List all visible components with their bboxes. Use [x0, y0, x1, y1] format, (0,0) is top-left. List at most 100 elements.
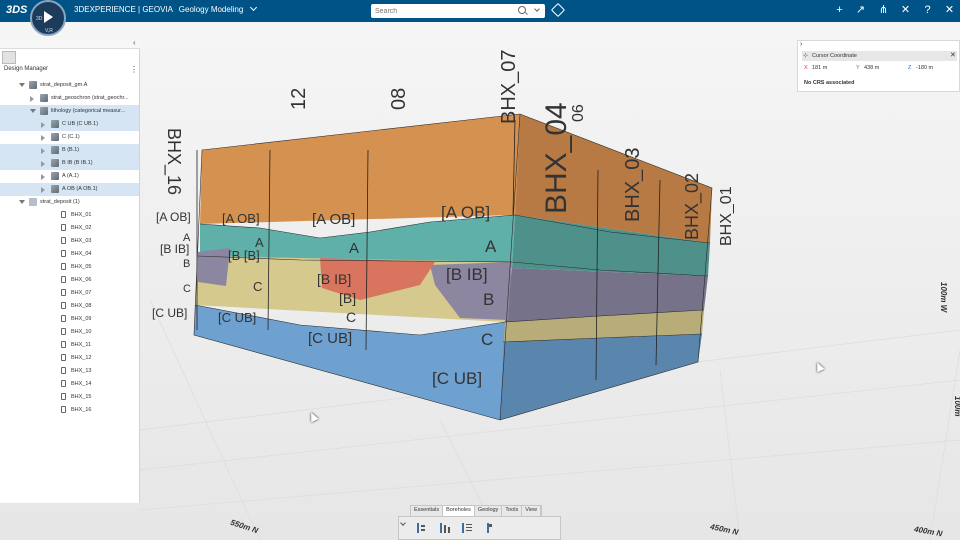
tree-item[interactable]: strat_deposit (1): [0, 196, 139, 209]
expand-icon[interactable]: ›: [800, 41, 802, 48]
tree-tab-icon[interactable]: [2, 51, 16, 64]
tree-item[interactable]: C UB (C UB.1): [0, 118, 139, 131]
expand-closed-icon[interactable]: [30, 96, 34, 102]
borehole-icon: [61, 289, 66, 296]
expand-closed-icon[interactable]: [41, 174, 45, 180]
add-icon[interactable]: +: [833, 4, 846, 17]
tree-item[interactable]: lithology (categorical measur...: [0, 105, 139, 118]
borehole-group-icon[interactable]: [439, 522, 451, 534]
borehole-table-icon[interactable]: [461, 522, 473, 534]
tree-item[interactable]: BHX_12: [0, 352, 139, 365]
borehole-tool-icon[interactable]: [415, 522, 427, 534]
layer-icon: [51, 133, 59, 141]
tree-item-label: C UB (C UB.1): [62, 121, 99, 127]
unit-label: C: [183, 283, 191, 295]
borehole-single-icon[interactable]: [483, 522, 495, 534]
expand-open-icon[interactable]: [30, 109, 36, 113]
borehole-icon: [61, 224, 66, 231]
tree-item[interactable]: BHX_02: [0, 222, 139, 235]
borehole-icon: [61, 354, 66, 361]
tree-item[interactable]: BHX_15: [0, 391, 139, 404]
tree-item[interactable]: BHX_10: [0, 326, 139, 339]
unit-label: [B]: [339, 290, 357, 306]
expand-closed-icon[interactable]: [41, 148, 45, 154]
tree-item[interactable]: BHX_09: [0, 313, 139, 326]
app-title[interactable]: 3DEXPERIENCE | GEOVIA Geology Modeling: [74, 3, 257, 14]
unit-label: [C UB]: [432, 369, 483, 388]
layer-icon: [51, 146, 59, 154]
tree-item[interactable]: C (C.1): [0, 131, 139, 144]
chevron-down-icon[interactable]: [400, 520, 406, 526]
more-options-icon[interactable]: ⋮: [130, 65, 138, 74]
tree-item[interactable]: BHX_13: [0, 365, 139, 378]
tree-item[interactable]: BHX_11: [0, 339, 139, 352]
tree-item[interactable]: A OB (A OB.1): [0, 183, 139, 196]
close-icon[interactable]: ✕: [950, 51, 956, 59]
borehole-label: BHX_03: [622, 147, 644, 223]
expand-closed-icon[interactable]: [41, 122, 45, 128]
tab-tools[interactable]: Tools: [502, 506, 523, 516]
tree-item[interactable]: BHX_16: [0, 404, 139, 417]
expand-closed-icon[interactable]: [41, 187, 45, 193]
borehole-label: BHX_04: [540, 102, 573, 214]
tree-item-label: C (C.1): [62, 134, 80, 140]
tree-item[interactable]: BHX_07: [0, 287, 139, 300]
borehole-icon: [61, 380, 66, 387]
play-icon[interactable]: [44, 11, 53, 23]
layer-icon: [40, 94, 48, 102]
tree-item[interactable]: BHX_08: [0, 300, 139, 313]
tree-item-label: BHX_03: [71, 238, 92, 244]
tree-item[interactable]: BHX_03: [0, 235, 139, 248]
search-box[interactable]: [371, 4, 545, 18]
tree-item[interactable]: A (A.1): [0, 170, 139, 183]
tree-item-label: strat_geoschron (strat_geochr...: [51, 95, 129, 101]
search-input[interactable]: [375, 5, 511, 17]
expand-closed-icon[interactable]: [41, 161, 45, 167]
tree-item[interactable]: BHX_14: [0, 378, 139, 391]
tag-icon[interactable]: [550, 2, 566, 18]
compass-widget[interactable]: 3D V,R: [30, 0, 66, 36]
close-icon[interactable]: ✕: [943, 4, 956, 17]
tree-item[interactable]: B IB (B IB.1): [0, 157, 139, 170]
share-arrow-icon[interactable]: ↗: [854, 4, 867, 17]
tab-geology[interactable]: Geology: [475, 506, 503, 516]
crs-status: No CRS associated: [804, 80, 855, 86]
tree-item[interactable]: BHX_06: [0, 274, 139, 287]
tree-item-label: BHX_10: [71, 329, 92, 335]
y-label: Y: [856, 65, 860, 71]
3ds-logo[interactable]: 3DS: [6, 4, 27, 16]
layer-icon: [40, 107, 48, 115]
borehole-icon: [61, 315, 66, 322]
help-icon[interactable]: ?: [921, 4, 934, 17]
tab-view[interactable]: View: [522, 506, 542, 516]
design-manager-panel: Design Manager ⋮ strat_deposit_gm.A strat…: [0, 48, 140, 503]
tree-item-label: B (B.1): [62, 147, 80, 153]
expand-closed-icon[interactable]: [41, 135, 45, 141]
action-bar: Essentials Boreholes Geology Tools View: [398, 505, 561, 540]
unit-label: B: [483, 290, 495, 309]
share-icon[interactable]: ⋔: [877, 4, 890, 17]
chevron-down-icon[interactable]: [534, 6, 540, 12]
tree-item[interactable]: BHX_04: [0, 248, 139, 261]
expand-open-icon[interactable]: [19, 200, 25, 204]
search-icon[interactable]: [518, 6, 526, 14]
borehole-label: 08: [388, 87, 410, 110]
tree-item[interactable]: BHX_05: [0, 261, 139, 274]
action-bar-body: [398, 516, 561, 540]
tab-boreholes[interactable]: Boreholes: [443, 506, 475, 516]
tree-item-label: BHX_12: [71, 355, 92, 361]
expand-open-icon[interactable]: [19, 83, 25, 87]
unit-label: [A OB]: [441, 203, 491, 222]
borehole-icon: [61, 263, 66, 270]
unit-label: [B [B]: [228, 248, 260, 263]
tree-item-label: BHX_16: [71, 407, 92, 413]
collapse-panel-icon[interactable]: ‹: [133, 38, 136, 47]
tab-essentials[interactable]: Essentials: [411, 506, 444, 516]
tree-item[interactable]: strat_geoschron (strat_geochr...: [0, 92, 139, 105]
tree-item[interactable]: BHX_01: [0, 209, 139, 222]
tree-item[interactable]: B (B.1): [0, 144, 139, 157]
tree-item-label: BHX_09: [71, 316, 92, 322]
tree-item[interactable]: strat_deposit_gm.A: [0, 79, 139, 92]
tools-icon[interactable]: ✕: [899, 4, 912, 17]
unit-label: [B IB]: [317, 271, 352, 287]
